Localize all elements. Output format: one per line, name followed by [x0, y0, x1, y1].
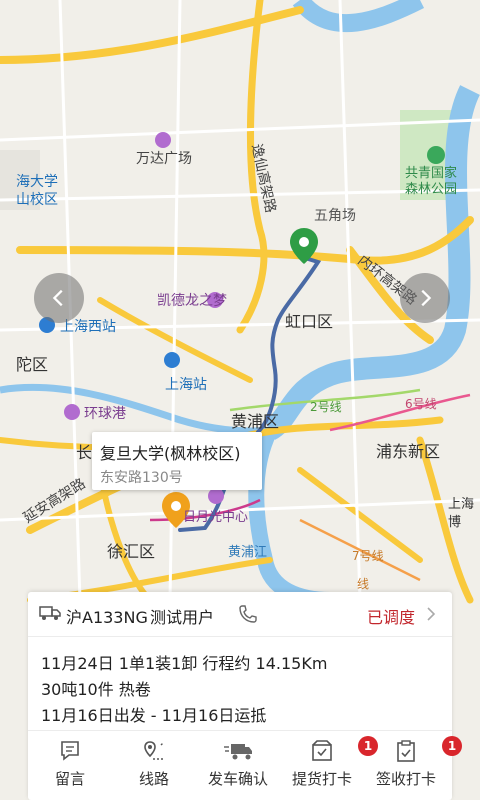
pickup-checkin-icon: [312, 740, 332, 761]
map-label-line7: 7号线: [352, 549, 384, 563]
tab-route[interactable]: 线路: [112, 731, 196, 793]
action-bar: 留言 线路 发车确认 1 提货打卡 1 签收打卡: [28, 730, 462, 793]
popup-title: 复旦大学(枫林校区): [100, 444, 241, 463]
map-label-wanda: 万达广场: [136, 151, 192, 167]
phone-icon[interactable]: [238, 604, 258, 624]
map-label-chang: 长: [76, 443, 92, 462]
chevron-right-icon: [421, 289, 432, 307]
map-label-shanghai-right: 上海: [448, 497, 474, 512]
map-label-fudan-top: 海大学: [16, 174, 58, 190]
map-label-line2: 2号线: [310, 400, 342, 414]
map-label-gongqing2: 森林公园: [405, 182, 457, 197]
schedule-info: 11月16日出发 - 11月16日运抵: [41, 706, 267, 725]
previous-arrow-button[interactable]: [34, 273, 84, 323]
tab-message-label: 留言: [54, 770, 85, 788]
map-label-xuhui: 徐汇区: [107, 542, 155, 561]
tab-sign-checkin-label: 签收打卡: [375, 770, 436, 788]
map-label-gongqing1: 共青国家: [405, 165, 457, 181]
vehicle-row[interactable]: 沪A133NG 测试用户 已调度: [28, 592, 452, 637]
plate-number: 沪A133NG: [66, 608, 148, 627]
next-arrow-button[interactable]: [400, 273, 450, 323]
map-label-line: 线: [357, 577, 369, 591]
map-label-pudong: 浦东新区: [376, 442, 440, 461]
map-label-riyue: 日月光中心: [183, 510, 248, 525]
map-label-line6: 6号线: [405, 397, 437, 411]
map-label-shanghaizhan: 上海站: [165, 377, 207, 393]
map-label-bo: 博: [448, 515, 461, 530]
sign-badge: 1: [442, 736, 462, 756]
map-label-fudan-top2: 山校区: [16, 191, 58, 208]
tab-route-label: 线路: [138, 770, 169, 788]
cargo-info: 30吨10件 热卷: [41, 680, 151, 699]
chevron-right-icon[interactable]: [426, 606, 436, 622]
tab-depart-confirm[interactable]: 发车确认: [196, 731, 280, 793]
tab-pickup-checkin[interactable]: 1 提货打卡: [280, 731, 378, 793]
order-card: 沪A133NG 测试用户 已调度 11月24日 1单1装1卸 行程约 14.15…: [28, 592, 462, 800]
tab-pickup-checkin-label: 提货打卡: [291, 770, 352, 788]
map-label-wujiaochang: 五角场: [314, 208, 356, 224]
message-icon: [61, 741, 79, 761]
map-label-shanghaixi: 上海西站: [60, 319, 116, 335]
sign-checkin-icon: [397, 740, 415, 762]
tab-depart-confirm-label: 发车确认: [207, 770, 268, 788]
map-label-huangpujiang: 黄浦江: [228, 545, 267, 560]
popup-address: 东安路130号: [100, 470, 183, 486]
location-popup[interactable]: 复旦大学(枫林校区) 东安路130号: [92, 432, 262, 490]
map-label-huangpu: 黄浦区: [231, 412, 279, 431]
tab-message[interactable]: 留言: [28, 731, 112, 793]
map-label-kaidelong: 凯德龙之梦: [157, 293, 227, 309]
map-label-putuo: 陀区: [16, 355, 48, 374]
chevron-left-icon: [52, 289, 63, 307]
dispatch-status: 已调度: [367, 608, 416, 627]
tab-sign-checkin[interactable]: 1 签收打卡: [364, 731, 462, 793]
route-icon: [144, 741, 164, 760]
truck-depart-icon: [224, 744, 252, 760]
map-label-huanqiugang: 环球港: [84, 406, 126, 422]
trip-summary: 11月24日 1单1装1卸 行程约 14.15Km: [41, 654, 328, 673]
truck-icon: [39, 606, 61, 620]
map-label-hongkou: 虹口区: [285, 312, 333, 331]
driver-name: 测试用户: [150, 608, 215, 627]
